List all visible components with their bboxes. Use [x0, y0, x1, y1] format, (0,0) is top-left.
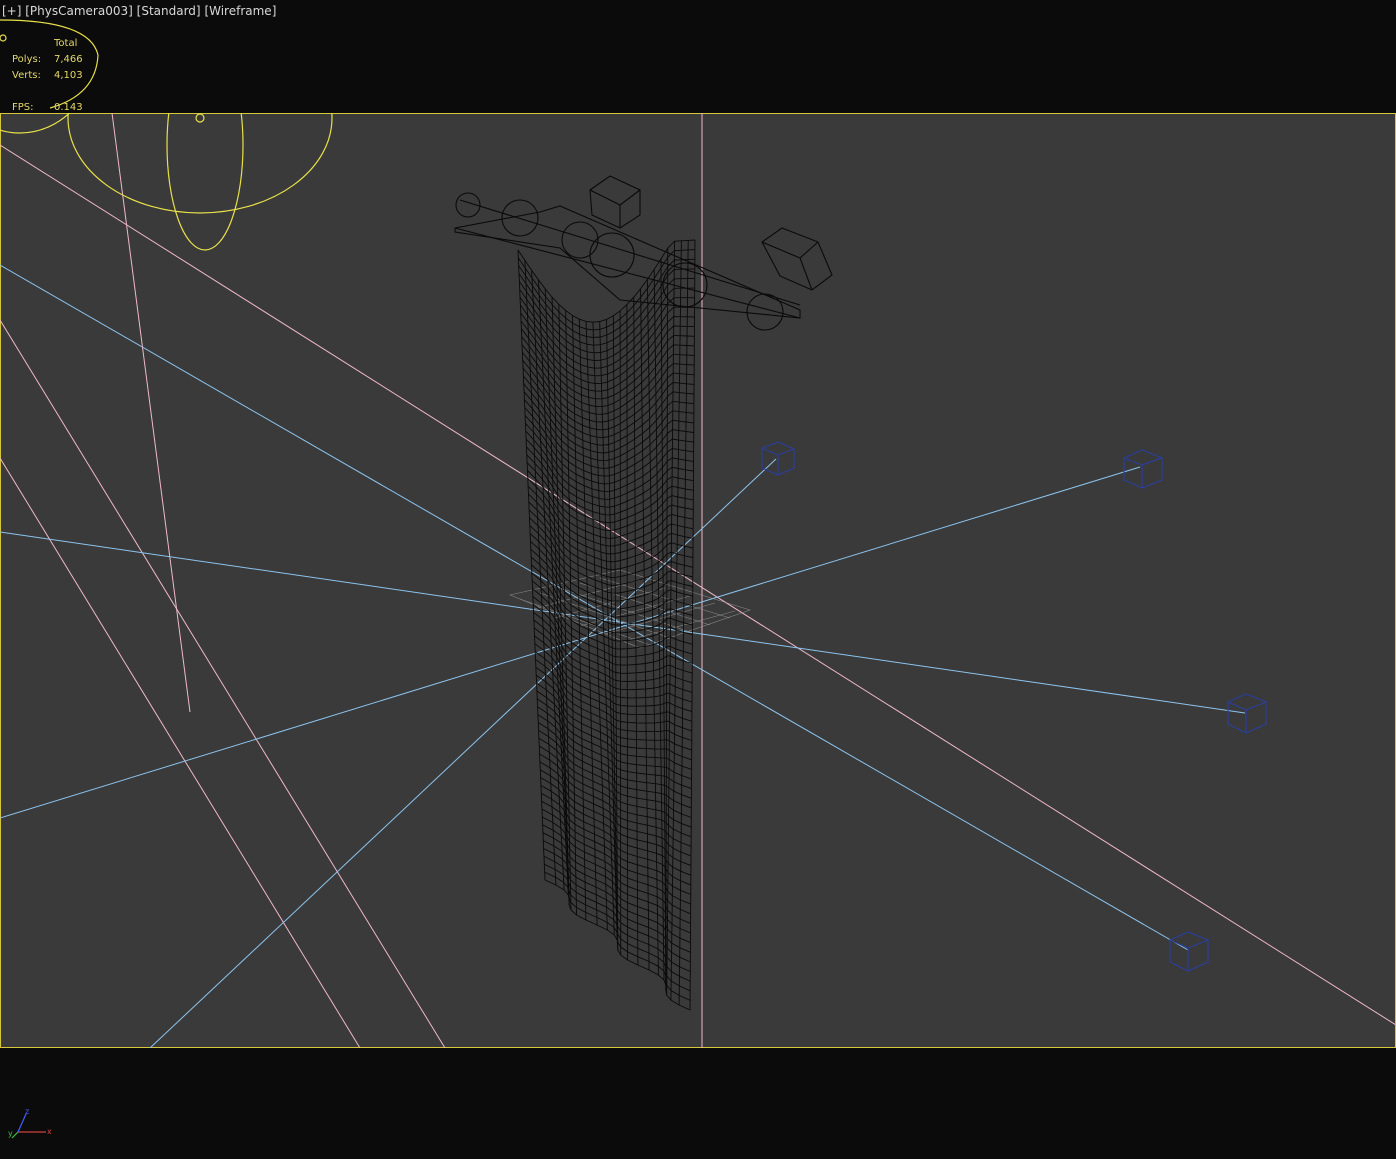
light-target-box-3 — [1227, 693, 1267, 734]
axis-z-label: z — [25, 1107, 29, 1116]
light-target-box-1 — [761, 441, 795, 476]
fps-label: FPS: — [12, 102, 34, 113]
polys-label: Polys: — [12, 54, 42, 65]
display-mode[interactable]: [Wireframe] — [204, 4, 276, 18]
curtain-rod — [454, 175, 833, 331]
stats-header: Total — [54, 38, 78, 49]
verts-value: 4,103 — [54, 70, 83, 81]
verts-label: Verts: — [12, 70, 41, 81]
fps-value: 0.143 — [54, 102, 83, 113]
camera-guide-lines — [0, 113, 1396, 1048]
light-target-box-2 — [1123, 449, 1163, 489]
light-target-boxes — [761, 441, 1267, 972]
viewport-statistics: Total Polys: 7,466 Verts: 4,103 FPS: 0.143 — [12, 36, 83, 116]
scene-wireframe[interactable] — [0, 0, 1396, 1159]
safe-frame-border — [0, 113, 1396, 1048]
polys-value: 7,466 — [54, 54, 83, 65]
light-target-box-4 — [1169, 931, 1209, 972]
camera-name[interactable]: [PhysCamera003] — [25, 4, 133, 18]
viewport-menu[interactable]: [+] — [2, 4, 21, 18]
axis-x-label: x — [47, 1127, 52, 1136]
light-target-lines — [0, 264, 1246, 1048]
axis-y-label: y — [8, 1129, 13, 1138]
viewport-label[interactable]: [+] [PhysCamera003] [Standard] [Wirefram… — [2, 4, 276, 18]
shading-mode[interactable]: [Standard] — [137, 4, 201, 18]
axis-tripod-icon: x z y — [8, 1107, 52, 1139]
